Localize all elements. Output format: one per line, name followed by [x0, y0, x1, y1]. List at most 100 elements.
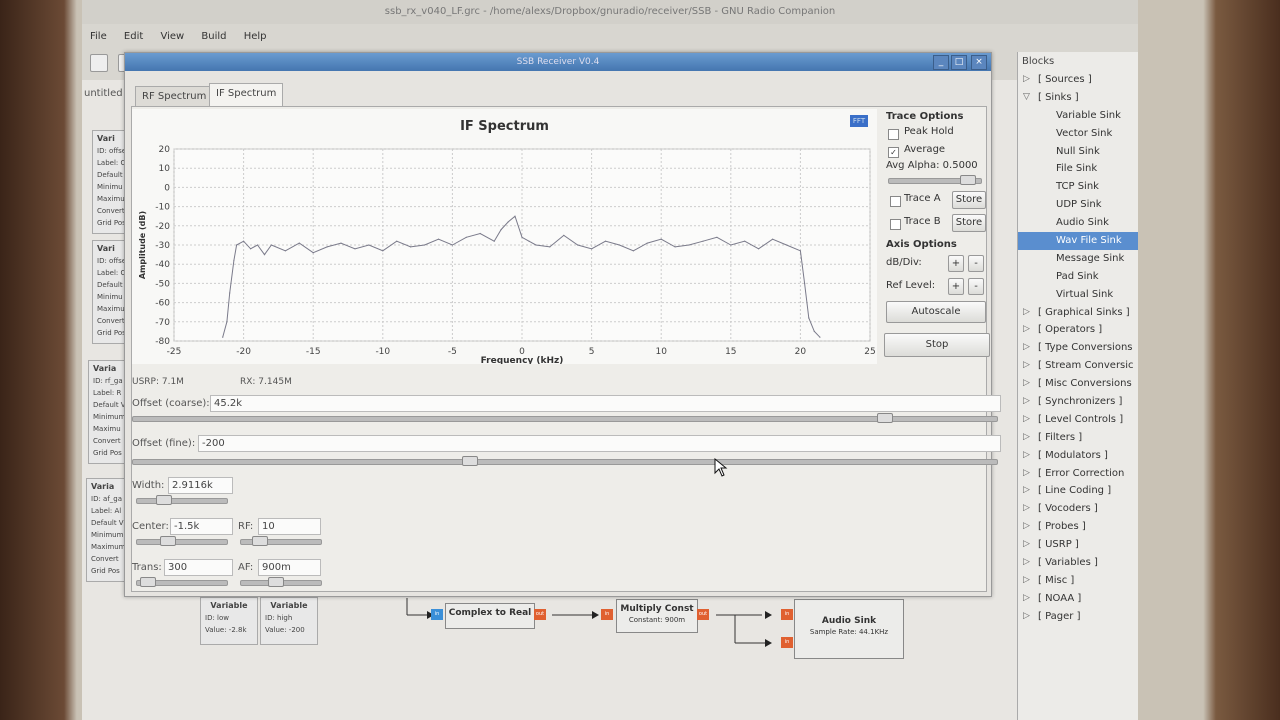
offset-fine-field[interactable]: -200: [198, 435, 1001, 452]
tab-rf-spectrum[interactable]: RF Spectrum: [135, 86, 214, 107]
minimize-icon[interactable]: _: [933, 55, 949, 70]
width-field[interactable]: 2.9116k: [168, 477, 233, 494]
block-category[interactable]: ▷ [ Probes ]: [1018, 518, 1138, 536]
block-item[interactable]: Wav File Sink: [1018, 232, 1138, 250]
menu-help[interactable]: Help: [244, 28, 267, 46]
ref-level-minus-button[interactable]: -: [968, 278, 984, 295]
complex-to-real-out-port[interactable]: out: [534, 609, 546, 620]
block-item[interactable]: Message Sink: [1018, 250, 1138, 268]
block-item[interactable]: File Sink: [1018, 160, 1138, 178]
expander-closed-icon[interactable]: ▷: [1023, 572, 1030, 590]
af-gain-slider-knob[interactable]: [268, 577, 284, 587]
menu-edit[interactable]: Edit: [124, 28, 143, 46]
autoscale-button[interactable]: Autoscale: [886, 301, 986, 323]
offset-fine-slider-track[interactable]: [132, 459, 998, 465]
block-category[interactable]: ▽ [ Sinks ]: [1018, 89, 1138, 107]
block-category[interactable]: ▷ [ Line Coding ]: [1018, 482, 1138, 500]
block-category[interactable]: ▷ [ Sources ]: [1018, 71, 1138, 89]
tab-if-spectrum[interactable]: IF Spectrum: [209, 83, 284, 107]
new-file-icon[interactable]: [90, 54, 108, 72]
menu-file[interactable]: File: [90, 28, 107, 46]
block-category[interactable]: ▷ [ Vocoders ]: [1018, 500, 1138, 518]
multiply-const-block[interactable]: Multiply Const Constant: 900m: [616, 599, 698, 633]
audio-sink-in-port-1[interactable]: in: [781, 637, 793, 648]
expander-closed-icon[interactable]: ▷: [1023, 554, 1030, 572]
block-item[interactable]: Vector Sink: [1018, 125, 1138, 143]
block-item[interactable]: Pad Sink: [1018, 268, 1138, 286]
average-checkbox[interactable]: ✓: [888, 147, 899, 158]
block-item[interactable]: Audio Sink: [1018, 214, 1138, 232]
width-slider-knob[interactable]: [156, 495, 172, 505]
expander-closed-icon[interactable]: ▷: [1023, 536, 1030, 554]
expander-closed-icon[interactable]: ▷: [1023, 608, 1030, 626]
trans-slider-knob[interactable]: [140, 577, 156, 587]
block-category[interactable]: ▷ [ Filters ]: [1018, 429, 1138, 447]
block-category[interactable]: ▷ [ USRP ]: [1018, 536, 1138, 554]
expander-closed-icon[interactable]: ▷: [1023, 304, 1030, 322]
trans-field[interactable]: 300: [164, 559, 233, 576]
block-category[interactable]: ▷ [ Misc ]: [1018, 572, 1138, 590]
ref-level-plus-button[interactable]: +: [948, 278, 964, 295]
multiply-const-out-port[interactable]: out: [697, 609, 709, 620]
block-category[interactable]: ▷ [ Error Correction: [1018, 465, 1138, 483]
block-category[interactable]: ▷ [ Variables ]: [1018, 554, 1138, 572]
menu-build[interactable]: Build: [201, 28, 226, 46]
stop-button[interactable]: Stop: [884, 333, 990, 357]
block-category[interactable]: ▷ [ Synchronizers ]: [1018, 393, 1138, 411]
maximize-icon[interactable]: □: [951, 55, 967, 70]
menu-view[interactable]: View: [160, 28, 184, 46]
peak-hold-checkbox[interactable]: [888, 129, 899, 140]
expander-closed-icon[interactable]: ▷: [1023, 321, 1030, 339]
offset-coarse-slider-knob[interactable]: [877, 413, 893, 423]
block-item[interactable]: TCP Sink: [1018, 178, 1138, 196]
offset-coarse-slider-track[interactable]: [132, 416, 998, 422]
store-b-button[interactable]: Store: [952, 214, 986, 232]
block-category[interactable]: ▷ [ Graphical Sinks ]: [1018, 304, 1138, 322]
block-category[interactable]: ▷ [ Type Conversions: [1018, 339, 1138, 357]
af-gain-field[interactable]: 900m: [258, 559, 321, 576]
expander-closed-icon[interactable]: ▷: [1023, 518, 1030, 536]
rf-gain-slider-knob[interactable]: [252, 536, 268, 546]
db-div-plus-button[interactable]: +: [948, 255, 964, 272]
block-category[interactable]: ▷ [ Pager ]: [1018, 608, 1138, 626]
complex-to-real-block[interactable]: Complex to Real: [445, 603, 535, 629]
offset-coarse-field[interactable]: 45.2k: [210, 395, 1001, 412]
width-slider-track[interactable]: [136, 498, 228, 504]
center-slider-track[interactable]: [136, 539, 228, 545]
block-item[interactable]: Variable Sink: [1018, 107, 1138, 125]
db-div-minus-button[interactable]: -: [968, 255, 984, 272]
offset-fine-slider-knob[interactable]: [462, 456, 478, 466]
block-category[interactable]: ▷ [ NOAA ]: [1018, 590, 1138, 608]
expander-closed-icon[interactable]: ▷: [1023, 465, 1030, 483]
block-category[interactable]: ▷ [ Operators ]: [1018, 321, 1138, 339]
expander-closed-icon[interactable]: ▷: [1023, 447, 1030, 465]
avg-alpha-slider-knob[interactable]: [960, 175, 976, 185]
rf-gain-field[interactable]: 10: [258, 518, 321, 535]
trace-a-checkbox[interactable]: [890, 196, 901, 207]
multiply-const-in-port[interactable]: in: [601, 609, 613, 620]
expander-closed-icon[interactable]: ▷: [1023, 339, 1030, 357]
audio-sink-block[interactable]: Audio Sink Sample Rate: 44.1KHz: [794, 599, 904, 659]
block-category[interactable]: ▷ [ Misc Conversions: [1018, 375, 1138, 393]
block-category[interactable]: ▷ [ Modulators ]: [1018, 447, 1138, 465]
expander-closed-icon[interactable]: ▷: [1023, 71, 1030, 89]
fft-plot-area[interactable]: IF Spectrum FFT -25 -20 -15 -10 -5 0 5 10 15 20 25…: [132, 109, 877, 364]
expander-closed-icon[interactable]: ▷: [1023, 429, 1030, 447]
center-field[interactable]: -1.5k: [170, 518, 233, 535]
block-category[interactable]: ▷ [ Stream Conversic: [1018, 357, 1138, 375]
canvas-tab-untitled[interactable]: untitled: [84, 88, 123, 99]
close-icon[interactable]: ×: [971, 55, 987, 70]
center-slider-knob[interactable]: [160, 536, 176, 546]
block-item[interactable]: Null Sink: [1018, 143, 1138, 161]
expander-closed-icon[interactable]: ▷: [1023, 357, 1030, 375]
expander-closed-icon[interactable]: ▷: [1023, 393, 1030, 411]
expander-closed-icon[interactable]: ▷: [1023, 375, 1030, 393]
expander-closed-icon[interactable]: ▷: [1023, 411, 1030, 429]
store-a-button[interactable]: Store: [952, 191, 986, 209]
expander-closed-icon[interactable]: ▷: [1023, 482, 1030, 500]
complex-to-real-in-port[interactable]: in: [431, 609, 443, 620]
block-category[interactable]: ▷ [ Level Controls ]: [1018, 411, 1138, 429]
expander-closed-icon[interactable]: ▷: [1023, 590, 1030, 608]
block-item[interactable]: UDP Sink: [1018, 196, 1138, 214]
expander-closed-icon[interactable]: ▷: [1023, 500, 1030, 518]
